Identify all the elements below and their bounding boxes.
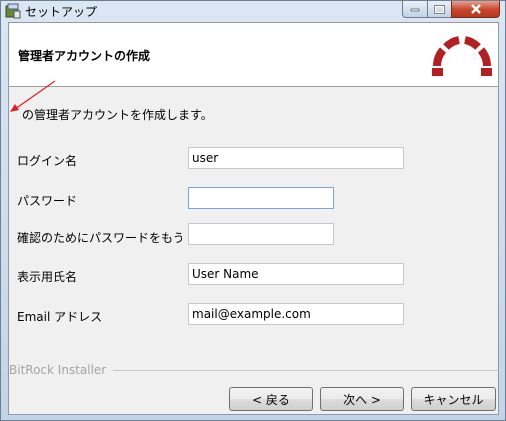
title-bar[interactable]: セットアップ [1,1,505,21]
password-label: パスワード [17,194,78,208]
password-input[interactable] [188,187,334,209]
minimize-icon [410,8,420,12]
app-icon [5,3,21,19]
display-name-label: 表示用氏名 [17,270,78,284]
close-button[interactable] [451,1,500,18]
confirm-password-label: 確認のためにパスワードをもう一度 [17,231,182,245]
footer-divider [113,370,498,371]
page-title: 管理者アカウントの作成 [18,49,151,63]
minimize-button[interactable] [402,1,428,18]
maximize-icon [434,4,445,14]
close-icon [470,4,481,14]
back-button[interactable]: < 戻る [229,387,313,411]
maximize-button[interactable] [427,1,452,18]
email-input[interactable] [188,303,404,325]
cancel-button[interactable]: キャンセル [411,387,496,411]
wizard-header: 管理者アカウントの作成 [9,23,498,87]
redmine-logo-icon [432,36,492,76]
window-title: セットアップ [25,5,98,19]
display-name-input[interactable] [188,263,404,285]
confirm-password-input[interactable] [188,223,334,245]
installer-label: BitRock Installer [9,363,107,377]
wizard-body: 管理者アカウントの作成 の管理者アカウントを作成します。 ログイン名 パスワード… [8,22,499,415]
email-label: Email アドレス [17,310,103,324]
next-button[interactable]: 次へ > [320,387,404,411]
page-description: の管理者アカウントを作成します。 [22,108,213,122]
login-input[interactable] [188,147,404,169]
setup-window: セットアップ 管理者アカウントの作成 の管理者アカウントを作成します。 ログイン… [0,0,506,421]
login-label: ログイン名 [17,154,78,168]
